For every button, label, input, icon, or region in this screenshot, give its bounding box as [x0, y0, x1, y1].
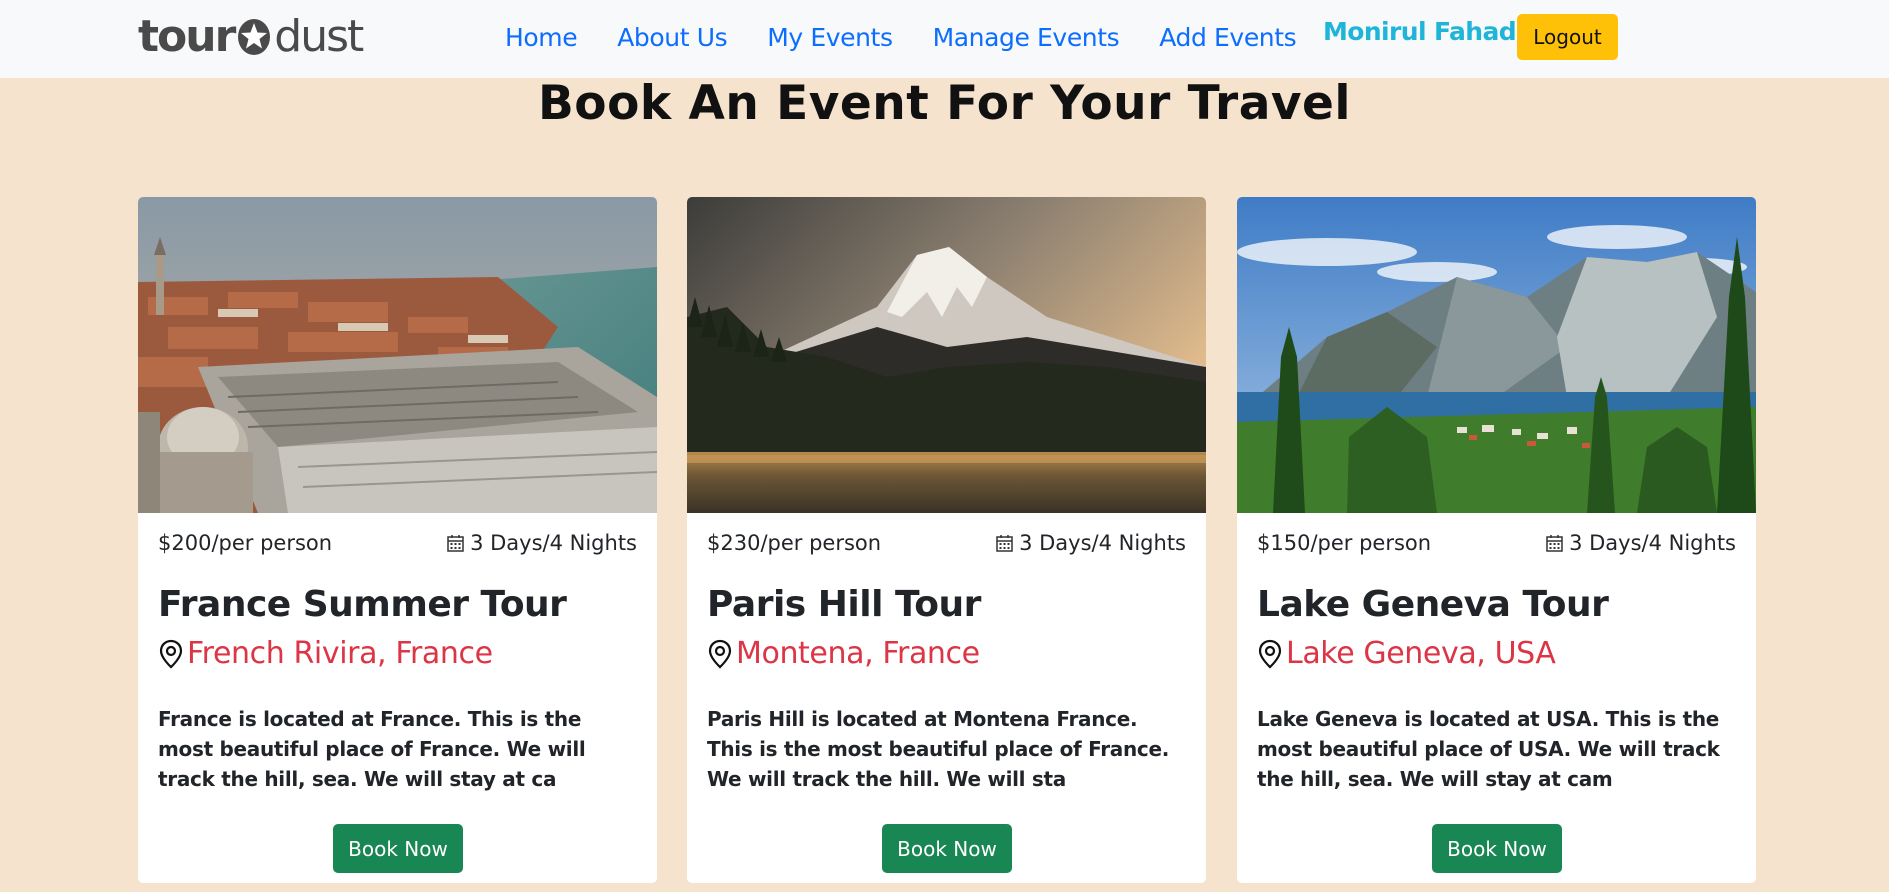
- event-duration: 3 Days/4 Nights: [1546, 531, 1736, 555]
- calendar-icon: [996, 535, 1013, 552]
- page-title: Book An Event For Your Travel: [537, 76, 1352, 131]
- event-location-text: Lake Geneva, USA: [1286, 636, 1556, 671]
- user-name: Monirul Fahad: [1323, 17, 1517, 46]
- event-price: $150/per person: [1257, 531, 1432, 555]
- map-pin-icon: [159, 639, 183, 668]
- nav-link-my-events[interactable]: My Events: [767, 23, 893, 52]
- logo-text-tour: tour: [138, 10, 236, 62]
- event-image-venice-city: [138, 197, 657, 513]
- event-duration: 3 Days/4 Nights: [996, 531, 1186, 555]
- event-title: Lake Geneva Tour: [1257, 584, 1609, 625]
- nav-links: Home About Us My Events Manage Events Ad…: [505, 0, 1316, 74]
- book-now-button[interactable]: Book Now: [333, 824, 463, 873]
- event-description: Lake Geneva is located at USA. This is t…: [1257, 707, 1720, 791]
- event-title: Paris Hill Tour: [707, 584, 981, 625]
- event-price: $200/per person: [158, 531, 333, 555]
- event-location: Lake Geneva, USA: [1257, 636, 1556, 671]
- map-pin-icon: [708, 639, 732, 668]
- event-location: French Rivira, France: [158, 636, 493, 671]
- event-card: $200/per person 3 Days/4 Nights France S…: [138, 197, 657, 883]
- event-description: Paris Hill is located at Montena France.…: [707, 707, 1170, 791]
- event-location-text: French Rivira, France: [187, 636, 493, 671]
- event-title: France Summer Tour: [158, 584, 567, 625]
- logo-text-dust: dust: [274, 10, 364, 62]
- event-location: Montena, France: [707, 636, 980, 671]
- map-pin-icon: [1258, 639, 1282, 668]
- nav-link-home[interactable]: Home: [505, 23, 578, 52]
- book-now-button[interactable]: Book Now: [882, 824, 1012, 873]
- event-location-text: Montena, France: [736, 636, 980, 671]
- event-duration: 3 Days/4 Nights: [447, 531, 637, 555]
- star-logo-icon: [238, 19, 271, 55]
- event-description: France is located at France. This is the…: [158, 707, 586, 791]
- nav-link-about-us[interactable]: About Us: [617, 23, 727, 52]
- calendar-icon: [447, 535, 464, 552]
- calendar-icon: [1546, 535, 1563, 552]
- event-duration-text: 3 Days/4 Nights: [1569, 531, 1736, 555]
- event-duration-text: 3 Days/4 Nights: [1019, 531, 1186, 555]
- event-card: $150/per person 3 Days/4 Nights Lake Gen…: [1237, 197, 1756, 883]
- event-image-lake-mountains: [1237, 197, 1756, 513]
- event-duration-text: 3 Days/4 Nights: [470, 531, 637, 555]
- event-price: $230/per person: [707, 531, 882, 555]
- navbar: tour dust Home About Us My Events Manage…: [0, 0, 1889, 78]
- nav-link-manage-events[interactable]: Manage Events: [933, 23, 1120, 52]
- event-card: $230/per person 3 Days/4 Nights Paris Hi…: [687, 197, 1206, 883]
- site-logo[interactable]: tour dust: [138, 8, 364, 64]
- book-now-button[interactable]: Book Now: [1432, 824, 1562, 873]
- nav-link-add-events[interactable]: Add Events: [1159, 23, 1296, 52]
- logout-button[interactable]: Logout: [1517, 14, 1618, 60]
- event-image-mountain-lake: [687, 197, 1206, 513]
